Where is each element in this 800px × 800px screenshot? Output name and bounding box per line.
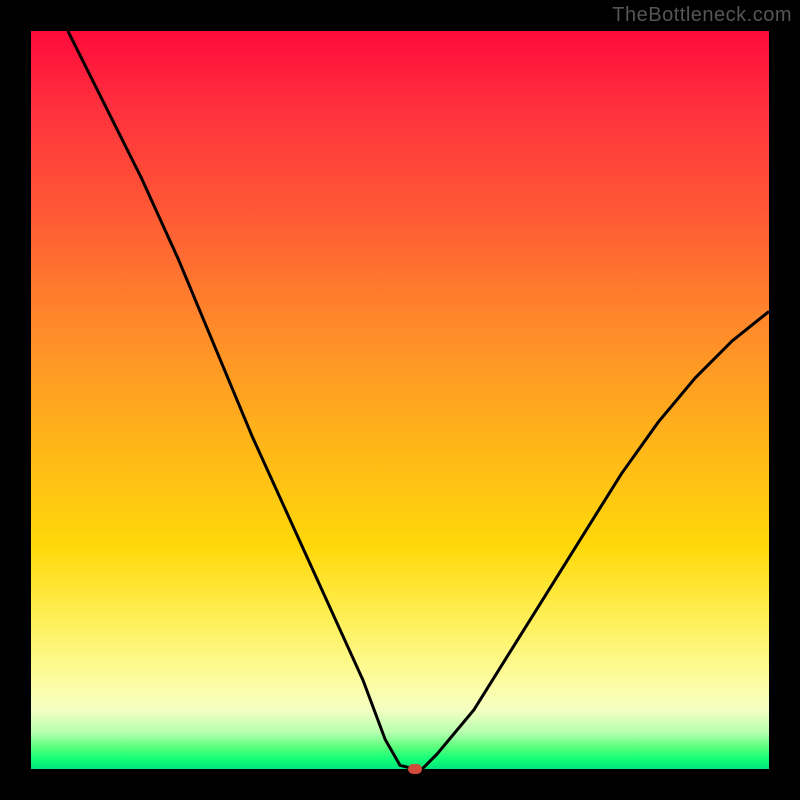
curve-svg xyxy=(31,31,769,769)
bottleneck-curve-path xyxy=(68,31,769,769)
optimum-marker xyxy=(408,764,422,774)
watermark-text: TheBottleneck.com xyxy=(612,4,792,27)
chart-stage: TheBottleneck.com xyxy=(0,0,800,800)
